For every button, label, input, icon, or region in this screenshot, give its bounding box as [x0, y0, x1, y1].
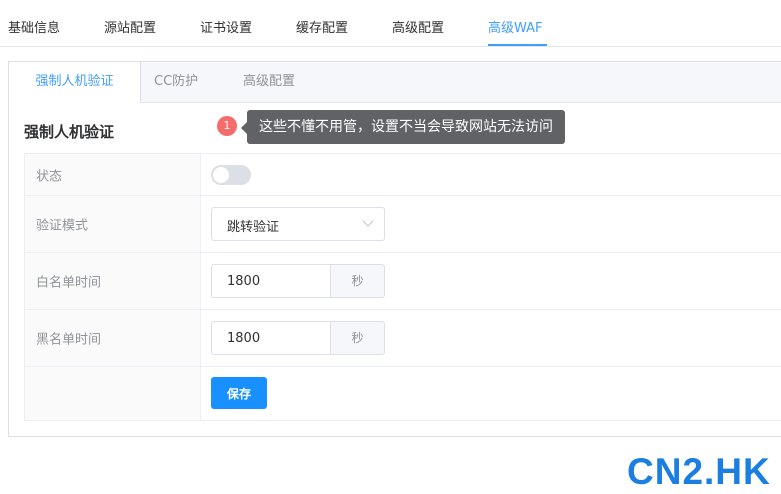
row-status: 状态 — [25, 154, 781, 196]
tab-basic-info[interactable]: 基础信息 — [8, 17, 60, 36]
row-label-cell: 白名单时间 — [25, 253, 201, 309]
waf-card: 强制人机验证 CC防护 高级配置 强制人机验证 1 这些不懂不用管，设置不当会导… — [8, 61, 781, 437]
row-whitelist-time: 白名单时间 秒 — [25, 253, 781, 310]
toggle-knob — [213, 167, 229, 183]
row-blacklist-time: 黑名单时间 秒 — [25, 310, 781, 367]
tab-advanced-config[interactable]: 高级配置 — [392, 17, 444, 36]
subtab-advanced-config[interactable]: 高级配置 — [243, 62, 295, 102]
mode-select-value: 跳转验证 — [227, 220, 280, 235]
subtab-cc-protection[interactable]: CC防护 — [154, 62, 198, 102]
top-tab-bar: 基础信息 源站配置 证书设置 缓存配置 高级配置 高级WAF — [0, 0, 781, 47]
tab-cache-config[interactable]: 缓存配置 — [296, 17, 348, 36]
row-label-cell — [25, 367, 201, 420]
status-toggle[interactable] — [211, 165, 251, 185]
tab-advanced-waf[interactable]: 高级WAF — [488, 17, 543, 36]
whitelist-time-input[interactable] — [211, 264, 331, 298]
chevron-down-icon — [362, 215, 374, 227]
row-mode: 验证模式 跳转验证 — [25, 196, 781, 253]
row-label-cell: 验证模式 — [25, 196, 201, 252]
sub-tab-bar: 强制人机验证 CC防护 高级配置 — [9, 62, 781, 103]
tab-origin-config[interactable]: 源站配置 — [104, 17, 156, 36]
whitelist-time-label: 白名单时间 — [36, 275, 102, 291]
annotation-badge: 1 — [217, 116, 237, 136]
mode-label: 验证模式 — [36, 218, 89, 234]
annotation-tooltip: 这些不懂不用管，设置不当会导致网站无法访问 — [247, 110, 565, 144]
mode-select[interactable]: 跳转验证 — [211, 207, 385, 241]
captcha-form: 状态 验证模式 跳转验证 白名单时间 秒 黑名单时间 秒 — [24, 153, 781, 421]
whitelist-time-unit: 秒 — [330, 264, 385, 298]
row-actions: 保存 — [25, 367, 781, 420]
row-label-cell: 黑名单时间 — [25, 310, 201, 366]
row-label-cell: 状态 — [25, 154, 201, 195]
save-button[interactable]: 保存 — [211, 377, 267, 409]
blacklist-time-input[interactable] — [211, 321, 331, 355]
status-label: 状态 — [36, 169, 63, 184]
watermark-logo: CN2.HK — [627, 451, 771, 492]
active-tab-indicator — [488, 44, 547, 46]
section-title: 强制人机验证 — [24, 123, 115, 141]
blacklist-time-unit: 秒 — [330, 321, 385, 355]
subtab-captcha[interactable]: 强制人机验证 — [9, 62, 141, 103]
tab-certificate[interactable]: 证书设置 — [200, 17, 252, 36]
blacklist-time-label: 黑名单时间 — [36, 332, 102, 348]
